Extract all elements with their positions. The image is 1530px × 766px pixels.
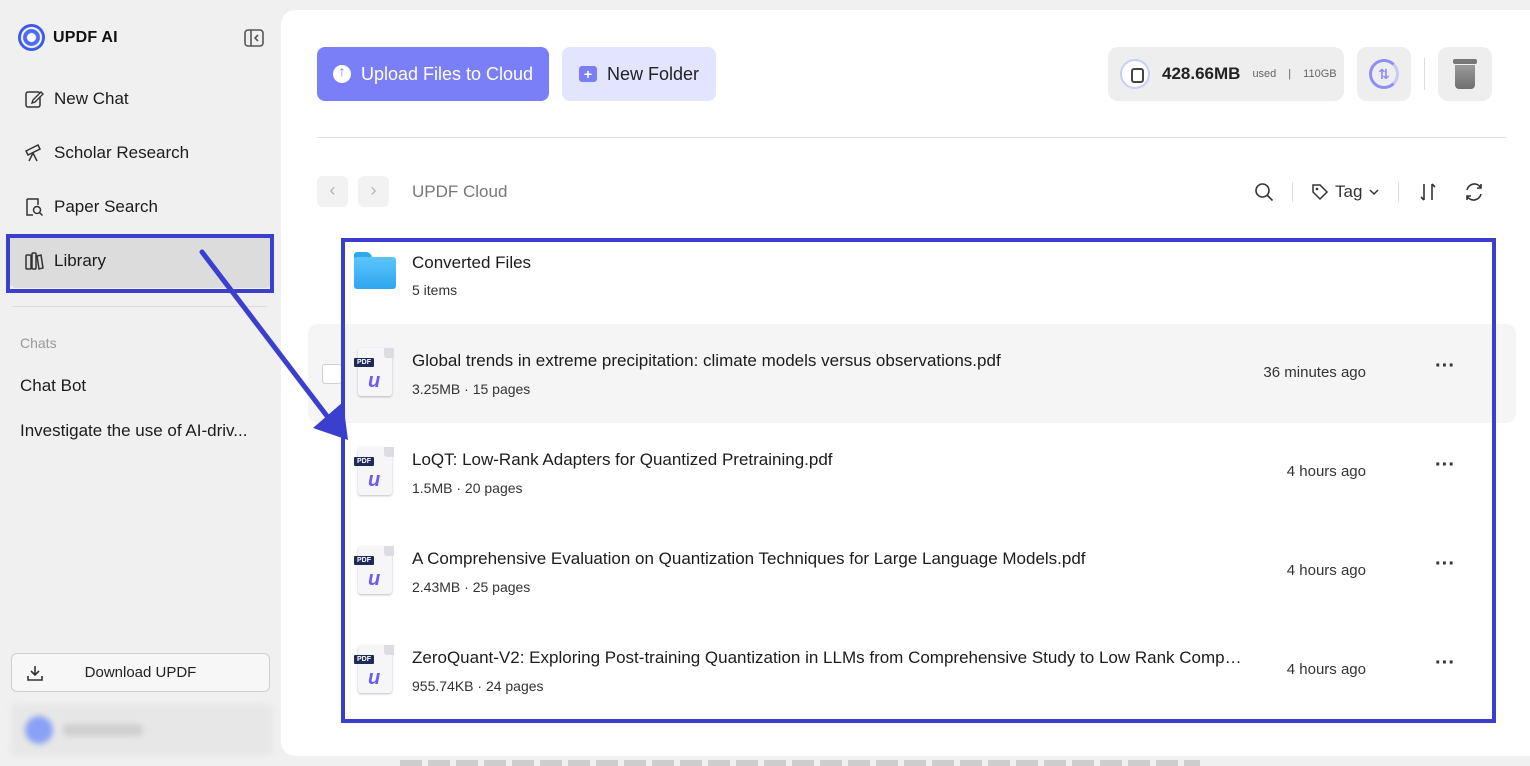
search-icon[interactable]: [1254, 182, 1274, 202]
tag-label: Tag: [1335, 181, 1363, 201]
updf-logo-icon: [18, 24, 45, 51]
pdf-file-icon: PDF u: [354, 447, 394, 497]
sidebar-item-scholar-research[interactable]: Scholar Research: [10, 126, 272, 180]
refresh-icon[interactable]: [1463, 181, 1485, 203]
library-icon: [25, 252, 44, 270]
breadcrumb[interactable]: UPDF Cloud: [412, 182, 507, 202]
sidebar-nav: New Chat Scholar Research Paper Search L…: [10, 72, 272, 288]
sync-icon: ⇅: [1369, 59, 1399, 89]
storage-total: 110GB: [1303, 68, 1337, 80]
pdf-file-icon: PDF u: [354, 645, 394, 695]
storage-used: 428.66MB: [1162, 64, 1241, 83]
folder-meta: 5 items: [412, 282, 458, 298]
sidebar-item-label: Library: [54, 251, 106, 270]
table-row[interactable]: PDF u ZeroQuant-V2: Exploring Post-traini…: [308, 621, 1516, 720]
file-name: ZeroQuant-V2: Exploring Post-training Qu…: [412, 648, 1244, 667]
file-name: A Comprehensive Evaluation on Quantizati…: [412, 549, 1086, 568]
toolbar-divider: [1424, 58, 1425, 90]
new-folder-button[interactable]: + New Folder: [562, 47, 716, 101]
sort-icon[interactable]: [1417, 181, 1439, 203]
sidebar-item-library[interactable]: Library: [10, 234, 272, 288]
sidebar: UPDF AI New Chat Scholar Research Paper …: [0, 0, 280, 766]
user-profile[interactable]: [11, 704, 273, 756]
more-options-icon[interactable]: ···: [1428, 356, 1462, 384]
storage-icon: [1120, 59, 1150, 89]
avatar: [25, 716, 53, 744]
user-name-blurred: [63, 724, 143, 736]
trash-button[interactable]: [1438, 47, 1492, 101]
more-options-icon[interactable]: ···: [1428, 455, 1462, 483]
file-name: LoQT: Low-Rank Adapters for Quantized Pr…: [412, 450, 833, 469]
page-edge-artifact: [400, 760, 1200, 766]
file-meta: 955.74KB · 24 pages: [412, 678, 544, 694]
sidebar-item-new-chat[interactable]: New Chat: [10, 72, 272, 126]
chat-item[interactable]: Chat Bot: [20, 376, 270, 421]
back-button[interactable]: ‹: [317, 176, 348, 207]
chevron-down-icon: [1369, 188, 1379, 195]
upload-files-button[interactable]: Upload Files to Cloud: [317, 47, 549, 101]
pdf-file-icon: PDF u: [354, 348, 394, 398]
app-name: UPDF AI: [53, 28, 118, 46]
file-list: Converted Files 5 items PDF u Global tren…: [308, 225, 1516, 720]
storage-separator: |: [1288, 68, 1292, 80]
header-divider: [317, 137, 1506, 138]
table-row[interactable]: PDF u A Comprehensive Evaluation on Quant…: [308, 522, 1516, 621]
table-row[interactable]: PDF u Global trends in extreme precipitat…: [308, 324, 1516, 423]
download-updf-button[interactable]: Download UPDF: [11, 653, 270, 692]
brand[interactable]: UPDF AI: [18, 24, 118, 51]
list-toolbar: Tag: [1254, 176, 1485, 207]
more-options-icon[interactable]: ···: [1428, 554, 1462, 582]
telescope-icon: [24, 143, 42, 162]
file-meta: 1.5MB · 20 pages: [412, 480, 523, 496]
file-meta: 2.43MB · 25 pages: [412, 579, 531, 595]
trash-icon: [1453, 59, 1477, 89]
new-folder-label: New Folder: [606, 63, 700, 84]
forward-button[interactable]: ›: [358, 176, 389, 207]
file-modified-time: 4 hours ago: [1286, 463, 1366, 480]
file-modified-time: 36 minutes ago: [1263, 364, 1366, 381]
folder-name: Converted Files: [412, 253, 532, 272]
sync-button[interactable]: ⇅: [1357, 47, 1411, 101]
more-options-icon[interactable]: ···: [1428, 653, 1462, 681]
file-modified-time: 4 hours ago: [1286, 661, 1366, 678]
folder-row[interactable]: Converted Files 5 items: [308, 225, 1516, 324]
chat-item[interactable]: Investigate the use of AI-driv...: [20, 421, 270, 466]
edit-icon: [25, 91, 44, 108]
toolbar-separator: [1292, 181, 1293, 202]
file-meta: 3.25MB · 15 pages: [412, 381, 531, 397]
row-checkbox[interactable]: [322, 364, 342, 384]
download-label: Download UPDF: [84, 664, 197, 681]
sidebar-item-label: Scholar Research: [54, 143, 190, 162]
main-panel: Upload Files to Cloud + New Folder 428.6…: [281, 10, 1530, 756]
download-icon: [27, 666, 43, 681]
add-folder-icon: +: [578, 66, 597, 82]
document-search-icon: [26, 198, 44, 217]
toolbar-separator: [1398, 181, 1400, 202]
upload-icon: [332, 63, 351, 83]
storage-indicator[interactable]: 428.66MB used | 110GB: [1108, 47, 1344, 101]
folder-icon: [354, 252, 396, 289]
pdf-file-icon: PDF u: [354, 546, 394, 596]
sidebar-collapse-icon[interactable]: [244, 29, 264, 47]
table-row[interactable]: PDF u LoQT: Low-Rank Adapters for Quantiz…: [308, 423, 1516, 522]
sidebar-item-paper-search[interactable]: Paper Search: [10, 180, 272, 234]
file-name: Global trends in extreme precipitation: …: [412, 351, 1001, 370]
tag-filter-button[interactable]: Tag: [1311, 182, 1380, 202]
sidebar-divider: [12, 306, 267, 307]
file-modified-time: 4 hours ago: [1286, 562, 1366, 579]
upload-label: Upload Files to Cloud: [360, 63, 534, 84]
tag-icon: [1312, 183, 1329, 200]
storage-used-word: used: [1252, 68, 1277, 80]
chat-list: Chat Bot Investigate the use of AI-driv.…: [20, 376, 270, 466]
sidebar-item-label: New Chat: [54, 89, 129, 108]
chats-heading: Chats: [20, 335, 57, 351]
sidebar-item-label: Paper Search: [54, 197, 158, 216]
